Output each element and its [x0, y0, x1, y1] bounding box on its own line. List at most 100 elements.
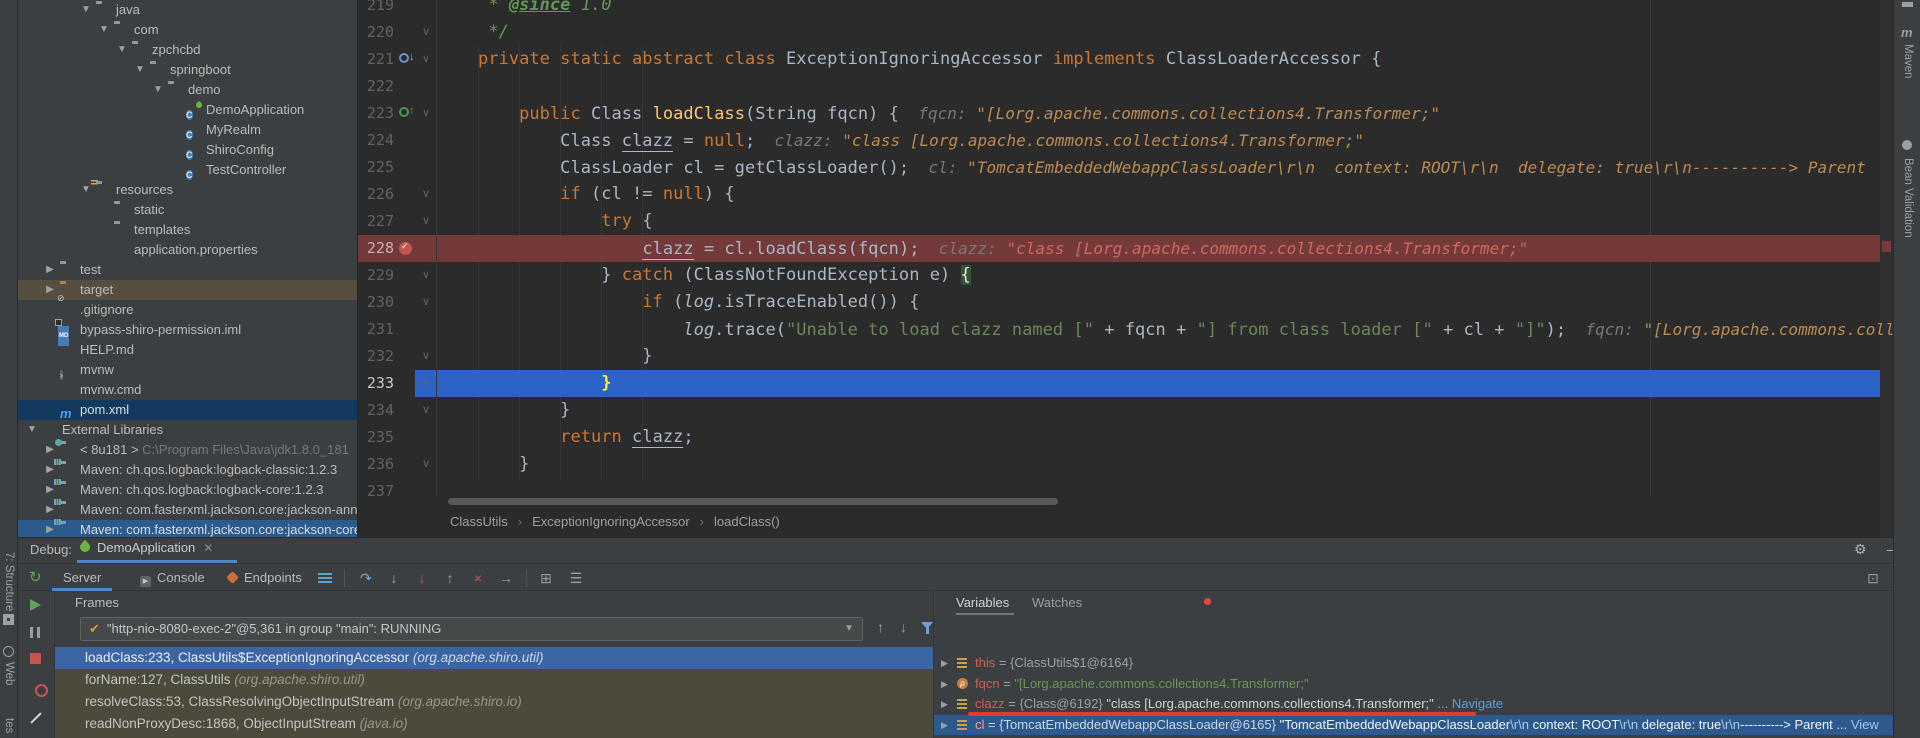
tool-tab-web[interactable]: Web	[3, 662, 15, 685]
code-line-223[interactable]: 223 ∨ public Class loadClass(String fqcn)…	[358, 100, 1880, 127]
code-line-220[interactable]: 220 ∨ */	[358, 19, 1880, 46]
step-into-icon[interactable]: ↓	[384, 568, 404, 588]
resume-icon[interactable]	[30, 599, 41, 611]
code-line-221[interactable]: 221 ∨ private static abstract class Excep…	[358, 46, 1880, 73]
horizontal-scrollbar[interactable]	[448, 498, 1058, 505]
code-line-230[interactable]: 230 ∨ if (log.isTraceEnabled()) {	[358, 289, 1880, 316]
restore-layout-icon[interactable]: ⊡	[1863, 568, 1883, 588]
expanded-arrow-icon[interactable]: ▼	[133, 60, 147, 80]
stop-icon[interactable]	[30, 653, 41, 664]
overrides-marker-icon[interactable]	[399, 105, 415, 117]
tree-item--gitignore[interactable]: .gitignore	[18, 300, 357, 320]
tool-tab-bean-validation[interactable]: Bean Validation	[1902, 158, 1914, 238]
tab-variables[interactable]: Variables	[956, 595, 1009, 610]
tree-item-demoapplication[interactable]: C DemoApplication	[18, 100, 357, 120]
frame-row[interactable]: loadClass:233, ClassUtils$ExceptionIgnor…	[55, 647, 933, 669]
tree-item-shiroconfig[interactable]: C ShiroConfig	[18, 140, 357, 160]
tree-item-maven-ch-qos-logback-logback-classic-1-2-3[interactable]: ▶ Maven: ch.qos.logback:logback-classic:1…	[18, 460, 357, 480]
tree-item-mvnw-cmd[interactable]: mvnw.cmd	[18, 380, 357, 400]
expanded-arrow-icon[interactable]: ▼	[25, 420, 39, 440]
close-tab-icon[interactable]: ✕	[203, 541, 213, 555]
tree-item-maven-com-fasterxml-jackson-core-jackson-core[interactable]: ▶ Maven: com.fasterxml.jackson.core:jacks…	[18, 520, 357, 537]
web-globe-icon[interactable]	[3, 646, 14, 657]
line-number[interactable]: 220	[364, 19, 394, 46]
line-number[interactable]: 224	[364, 127, 394, 154]
step-out-icon[interactable]: ↑	[440, 568, 460, 588]
value-link[interactable]: Navigate	[1452, 696, 1503, 711]
fold-marker-icon[interactable]: ∨	[422, 19, 430, 46]
frame-row[interactable]: readNonProxyDesc:1868, ObjectInputStream…	[55, 713, 933, 735]
expanded-arrow-icon[interactable]: ▼	[151, 80, 165, 100]
tree-item-com[interactable]: ▼ com	[18, 20, 357, 40]
tab-server[interactable]: Server	[63, 564, 101, 591]
line-number[interactable]: 233	[364, 370, 394, 397]
tree-item-myrealm[interactable]: C MyRealm	[18, 120, 357, 140]
expand-arrow-icon[interactable]: ▶	[941, 694, 948, 714]
breakpoint-icon[interactable]	[399, 241, 412, 255]
line-number[interactable]: 222	[364, 73, 394, 100]
tree-item-resources[interactable]: ▼ resources	[18, 180, 357, 200]
frame-row[interactable]: resolveClass:53, ClassResolvingObjectInp…	[55, 691, 933, 713]
line-number[interactable]: 237	[364, 478, 394, 505]
tree-item-springboot[interactable]: ▼ springboot	[18, 60, 357, 80]
line-number[interactable]: 219	[364, 0, 394, 19]
breadcrumb-item[interactable]: ClassUtils	[450, 514, 508, 529]
run-config-tab[interactable]: DemoApplication ✕	[77, 539, 213, 561]
tree-item-testcontroller[interactable]: C TestController	[18, 160, 357, 180]
step-over-icon[interactable]: ↷	[356, 568, 376, 588]
evaluate-expression-icon[interactable]: ⊞	[536, 568, 556, 588]
fold-marker-icon[interactable]: ∨	[422, 46, 430, 73]
structure-icon[interactable]	[3, 614, 14, 625]
expanded-arrow-icon[interactable]: ▼	[115, 40, 129, 60]
value-link[interactable]: View	[1851, 717, 1879, 732]
tree-item-help-md[interactable]: HELP.md	[18, 340, 357, 360]
fold-marker-icon[interactable]: ∨	[422, 397, 430, 424]
run-to-cursor-icon[interactable]: →	[496, 568, 516, 588]
line-number[interactable]: 227	[364, 208, 394, 235]
tree-item-application-properties[interactable]: application.properties	[18, 240, 357, 260]
tool-tab-maven[interactable]: Maven	[1902, 44, 1914, 79]
tab-console[interactable]: ▶ Console	[140, 564, 205, 591]
filter-frames-icon[interactable]	[921, 622, 933, 634]
code-line-224[interactable]: 224 Class clazz = null; clazz: "class [L…	[358, 127, 1880, 154]
code-line-225[interactable]: 225 ClassLoader cl = getClassLoader(); c…	[358, 154, 1880, 181]
tree-item-maven-ch-qos-logback-logback-core-1-2-3[interactable]: ▶ Maven: ch.qos.logback:logback-core:1.2.…	[18, 480, 357, 500]
fold-marker-icon[interactable]: ∨	[422, 181, 430, 208]
line-number[interactable]: 230	[364, 289, 394, 316]
collapsed-arrow-icon[interactable]: ▶	[43, 260, 57, 280]
tree-item-java[interactable]: ▼ java	[18, 0, 357, 20]
tree-item-maven-com-fasterxml-jackson-core-jackson-annotations[interactable]: ▶ Maven: com.fasterxml.jackson.core:jacks…	[18, 500, 357, 520]
layout-settings-icon[interactable]: ☰	[566, 568, 586, 588]
line-number[interactable]: 235	[364, 424, 394, 451]
line-number[interactable]: 234	[364, 397, 394, 424]
tree-item--8u181-[interactable]: ▶ < 8u181 > C:\Program Files\Java\jdk1.8.…	[18, 440, 357, 460]
fold-marker-icon[interactable]: ∨	[422, 343, 430, 370]
variable-row[interactable]: ▶ this = {ClassUtils$1@6164}	[934, 653, 1893, 673]
line-number[interactable]: 226	[364, 181, 394, 208]
code-line-235[interactable]: 235 return clazz;	[358, 424, 1880, 451]
breadcrumb-item[interactable]: ExceptionIgnoringAccessor	[532, 514, 690, 529]
fold-marker-icon[interactable]: ∨	[422, 100, 430, 127]
fold-marker-icon[interactable]: ∨	[422, 289, 430, 316]
line-number[interactable]: 236	[364, 451, 394, 478]
tree-item-templates[interactable]: templates	[18, 220, 357, 240]
code-line-226[interactable]: 226 ∨ if (cl != null) {	[358, 181, 1880, 208]
tree-item-external-libraries[interactable]: ▼ External Libraries	[18, 420, 357, 440]
code-line-222[interactable]: 222	[358, 73, 1880, 100]
tree-item-target[interactable]: ▶ target	[18, 280, 357, 300]
collapsed-arrow-icon[interactable]: ▶	[43, 280, 57, 300]
expanded-arrow-icon[interactable]: ▼	[79, 0, 93, 20]
drop-frame-icon[interactable]: ×	[468, 568, 488, 588]
tree-item-static[interactable]: static	[18, 200, 357, 220]
more-options-icon[interactable]	[318, 573, 332, 583]
pause-icon[interactable]	[30, 627, 40, 638]
tree-item-pom-xml[interactable]: m pom.xml	[18, 400, 357, 420]
settings-gear-icon[interactable]: ⚙	[1854, 541, 1867, 558]
code-editor[interactable]: 219 * @since 1.0220∨ */221∨ private stat…	[358, 0, 1893, 537]
frame-row[interactable]: forName:127, ClassUtils (org.apache.shir…	[55, 669, 933, 691]
code-line-229[interactable]: 229 ∨ } catch (ClassNotFoundException e) …	[358, 262, 1880, 289]
variable-row[interactable]: ▶ clazz = {Class@6192} "class [Lorg.apach…	[934, 694, 1893, 714]
line-number[interactable]: 221	[364, 46, 394, 73]
fold-marker-icon[interactable]: ∨	[422, 208, 430, 235]
code-line-219[interactable]: 219 * @since 1.0	[358, 0, 1880, 19]
